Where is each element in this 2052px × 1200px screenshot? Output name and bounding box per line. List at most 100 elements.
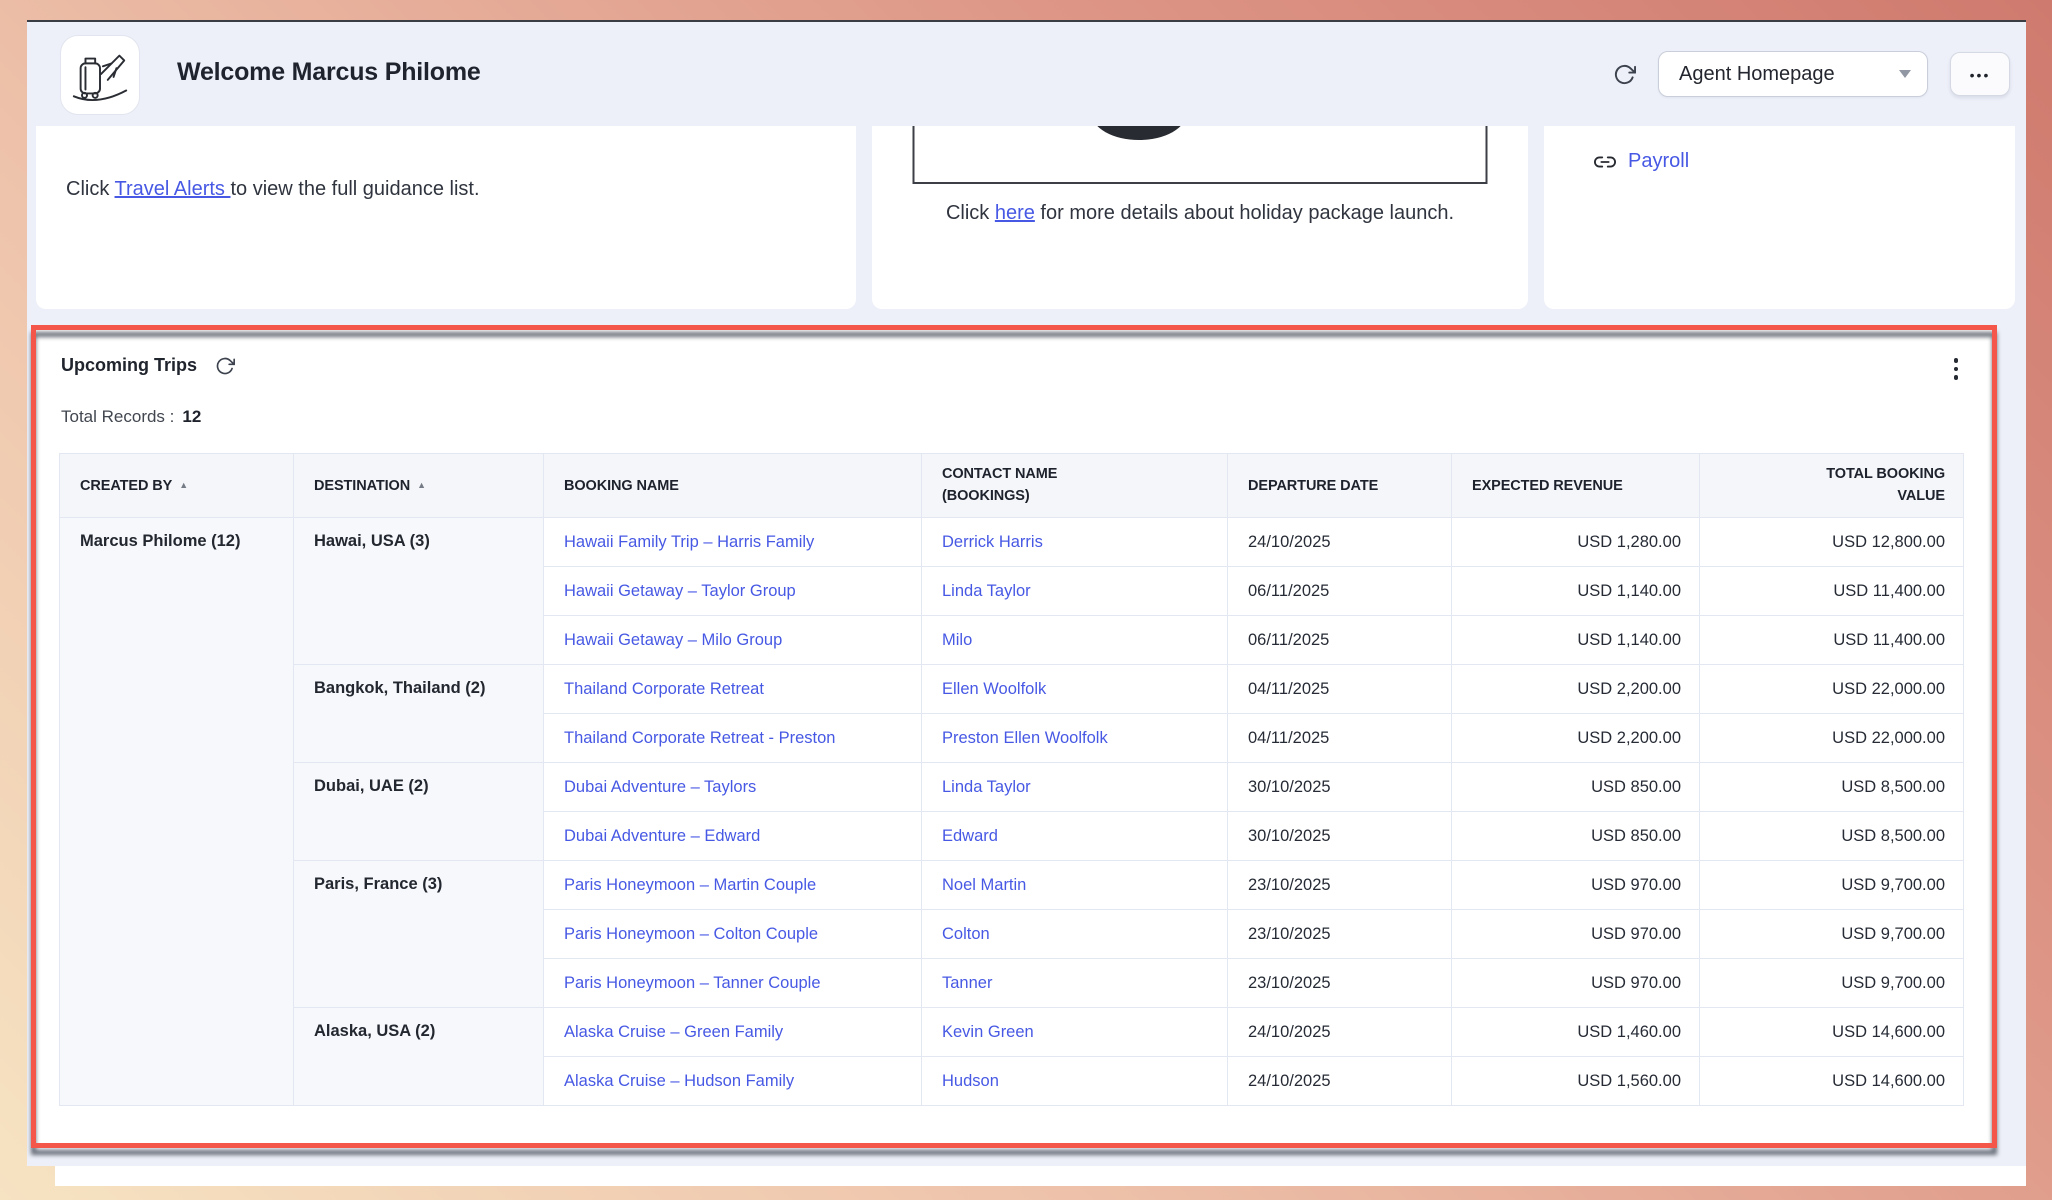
booking-name-cell: Hawaii Family Trip – Harris Family [544, 518, 922, 567]
contact-name-link[interactable]: Linda Taylor [942, 778, 1031, 796]
payroll-link-row[interactable]: Payroll [1594, 150, 1689, 173]
booking-name-link[interactable]: Hawaii Family Trip – Harris Family [564, 533, 814, 551]
contact-name-link[interactable]: Ellen Woolfolk [942, 680, 1046, 698]
total-records: Total Records :12 [61, 407, 201, 427]
travel-alerts-link[interactable]: Travel Alerts [115, 178, 231, 200]
contact-name-link[interactable]: Milo [942, 631, 972, 649]
column-header-created-by[interactable]: CREATED BY▲ [60, 454, 294, 518]
booking-name-link[interactable]: Hawaii Getaway – Taylor Group [564, 582, 796, 600]
column-label: CREATED BY [80, 478, 172, 494]
links-card: Payroll [1544, 126, 2015, 309]
homepage-selector[interactable]: Agent Homepage [1658, 51, 1928, 97]
expected-revenue-cell: USD 1,560.00 [1452, 1057, 1700, 1106]
kebab-menu-icon[interactable] [1945, 353, 1967, 385]
table-row: Bangkok, Thailand (2)Thailand Corporate … [60, 665, 1964, 714]
more-options-button[interactable]: ••• [1950, 52, 2010, 96]
refresh-icon[interactable] [215, 356, 235, 376]
contact-name-link[interactable]: Kevin Green [942, 1023, 1034, 1041]
contact-name-cell: Noel Martin [922, 861, 1228, 910]
booking-name-link[interactable]: Thailand Corporate Retreat [564, 680, 764, 698]
guidance-text: Click Travel Alerts to view the full gui… [66, 178, 480, 201]
contact-name-cell: Ellen Woolfolk [922, 665, 1228, 714]
contact-name-cell: Linda Taylor [922, 567, 1228, 616]
contact-name-link[interactable]: Linda Taylor [942, 582, 1031, 600]
expected-revenue-cell: USD 1,140.00 [1452, 616, 1700, 665]
booking-name-cell: Dubai Adventure – Edward [544, 812, 922, 861]
booking-name-link[interactable]: Alaska Cruise – Hudson Family [564, 1072, 794, 1090]
destination-cell: Dubai, UAE (2) [294, 763, 544, 861]
total-booking-value-cell: USD 14,600.00 [1700, 1008, 1964, 1057]
expected-revenue-cell: USD 2,200.00 [1452, 665, 1700, 714]
column-header-expected-revenue[interactable]: EXPECTED REVENUE [1452, 454, 1700, 518]
booking-name-link[interactable]: Thailand Corporate Retreat - Preston [564, 729, 835, 747]
contact-name-link[interactable]: Noel Martin [942, 876, 1026, 894]
departure-date-cell: 23/10/2025 [1228, 959, 1452, 1008]
destination-cell: Hawai, USA (3) [294, 518, 544, 665]
contact-name-link[interactable]: Colton [942, 925, 990, 943]
expected-revenue-cell: USD 850.00 [1452, 812, 1700, 861]
booking-name-link[interactable]: Paris Honeymoon – Martin Couple [564, 876, 816, 894]
booking-name-link[interactable]: Paris Honeymoon – Colton Couple [564, 925, 818, 943]
contact-name-cell: Colton [922, 910, 1228, 959]
column-header-destination[interactable]: DESTINATION ▲ [294, 454, 544, 518]
column-label: DEPARTURE DATE [1248, 478, 1378, 494]
app-window: Click Travel Alerts to view the full gui… [27, 20, 2026, 1166]
booking-name-cell: Alaska Cruise – Green Family [544, 1008, 922, 1057]
departure-date-cell: 23/10/2025 [1228, 861, 1452, 910]
header-refresh-icon[interactable] [1613, 63, 1636, 86]
departure-date-cell: 04/11/2025 [1228, 665, 1452, 714]
total-booking-value-cell: USD 9,700.00 [1700, 861, 1964, 910]
booking-name-link[interactable]: Paris Honeymoon – Tanner Couple [564, 974, 821, 992]
contact-name-link[interactable]: Edward [942, 827, 998, 845]
booking-name-cell: Paris Honeymoon – Tanner Couple [544, 959, 922, 1008]
departure-date-cell: 24/10/2025 [1228, 1057, 1452, 1106]
contact-name-cell: Milo [922, 616, 1228, 665]
column-label: DESTINATION [314, 478, 410, 494]
column-header-booking-name[interactable]: BOOKING NAME [544, 454, 922, 518]
booking-name-cell: Thailand Corporate Retreat [544, 665, 922, 714]
column-label: EXPECTED REVENUE [1472, 478, 1623, 494]
contact-name-link[interactable]: Tanner [942, 974, 992, 992]
booking-name-link[interactable]: Alaska Cruise – Green Family [564, 1023, 783, 1041]
destination-cell: Bangkok, Thailand (2) [294, 665, 544, 763]
screenshot-root: { "header": { "title": "Welcome Marcus P… [0, 0, 2052, 1200]
column-header-total-booking-value[interactable]: TOTAL BOOKING VALUE [1700, 454, 1964, 518]
page-header: Welcome Marcus Philome Agent Homepage ••… [27, 22, 2026, 126]
upcoming-trips-panel: Upcoming Trips Total Records :12 CREATED… [31, 325, 1997, 1148]
contact-name-cell: Kevin Green [922, 1008, 1228, 1057]
contact-name-link[interactable]: Derrick Harris [942, 533, 1043, 551]
booking-name-link[interactable]: Dubai Adventure – Edward [564, 827, 760, 845]
table-row: Dubai, UAE (2)Dubai Adventure – TaylorsL… [60, 763, 1964, 812]
departure-date-cell: 24/10/2025 [1228, 518, 1452, 567]
contact-name-cell: Tanner [922, 959, 1228, 1008]
departure-date-cell: 30/10/2025 [1228, 763, 1452, 812]
expected-revenue-cell: USD 970.00 [1452, 959, 1700, 1008]
table-header-row: CREATED BY▲ DESTINATION ▲ BOOKING NAMECONTA… [60, 454, 1964, 518]
chevron-down-icon [1899, 70, 1911, 78]
column-header-contact-name-bookings[interactable]: CONTACT NAME (BOOKINGS) [922, 454, 1228, 518]
announcement-text: Click here for more details about holida… [872, 202, 1528, 225]
departure-date-cell: 04/11/2025 [1228, 714, 1452, 763]
total-booking-value-cell: USD 11,400.00 [1700, 616, 1964, 665]
booking-name-link[interactable]: Hawaii Getaway – Milo Group [564, 631, 782, 649]
booking-name-link[interactable]: Dubai Adventure – Taylors [564, 778, 756, 796]
contact-name-link[interactable]: Preston Ellen Woolfolk [942, 729, 1108, 747]
contact-name-cell: Preston Ellen Woolfolk [922, 714, 1228, 763]
departure-date-cell: 06/11/2025 [1228, 567, 1452, 616]
sort-icon: ▲ [417, 480, 426, 490]
here-link[interactable]: here [995, 202, 1035, 224]
travel-logo-icon [69, 44, 131, 106]
booking-name-cell: Paris Honeymoon – Colton Couple [544, 910, 922, 959]
destination-cell: Paris, France (3) [294, 861, 544, 1008]
total-booking-value-cell: USD 8,500.00 [1700, 812, 1964, 861]
expected-revenue-cell: USD 1,460.00 [1452, 1008, 1700, 1057]
trips-table: CREATED BY▲ DESTINATION ▲ BOOKING NAMECONTA… [59, 453, 1964, 1106]
table-row: Alaska, USA (2)Alaska Cruise – Green Fam… [60, 1008, 1964, 1057]
payroll-link[interactable]: Payroll [1628, 150, 1689, 173]
contact-name-link[interactable]: Hudson [942, 1072, 999, 1090]
table-row: Paris, France (3)Paris Honeymoon – Marti… [60, 861, 1964, 910]
booking-name-cell: Hawaii Getaway – Taylor Group [544, 567, 922, 616]
created-by-cell: Marcus Philome (12) [60, 518, 294, 1106]
total-booking-value-cell: USD 11,400.00 [1700, 567, 1964, 616]
column-header-departure-date[interactable]: DEPARTURE DATE [1228, 454, 1452, 518]
